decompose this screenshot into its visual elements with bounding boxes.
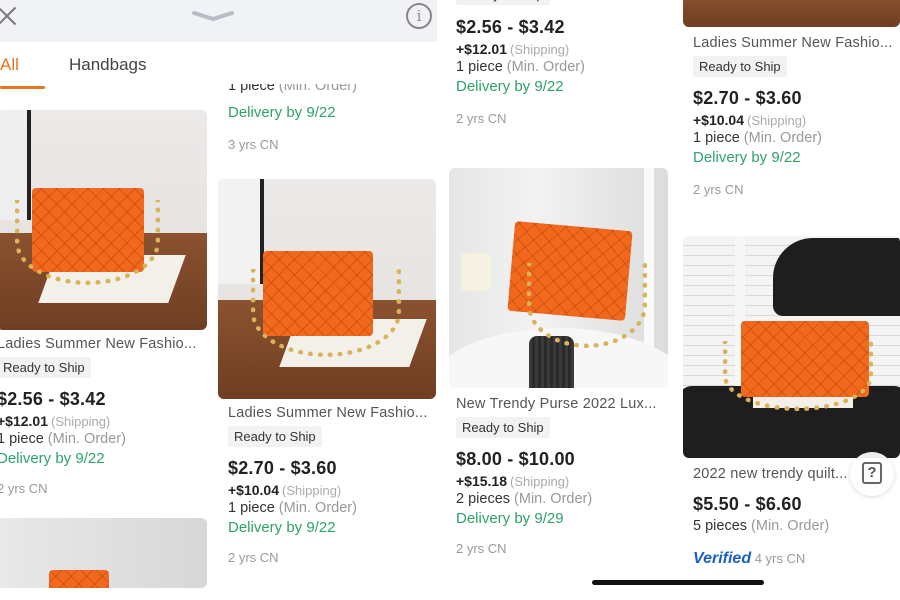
product-image[interactable] <box>0 110 207 330</box>
active-tab-indicator <box>0 86 45 89</box>
supplier-info: 2 yrs CN <box>456 541 507 556</box>
help-icon: ? <box>862 462 882 484</box>
ready-to-ship-badge: Ready to Ship <box>456 0 550 5</box>
product-image[interactable] <box>449 168 668 388</box>
chevron-down-icon[interactable] <box>192 10 234 22</box>
supplier-info: 2 yrs CN <box>693 182 744 197</box>
ready-to-ship-badge: Ready to Ship <box>456 417 550 438</box>
panel-divider <box>438 0 445 600</box>
sheet-header: i <box>0 0 437 42</box>
supplier-info: 2 yrs CN <box>456 111 507 126</box>
tab-all[interactable]: All <box>0 55 19 75</box>
min-order: 5 pieces (Min. Order) <box>693 518 830 534</box>
help-button[interactable]: ? <box>850 452 894 496</box>
price-range: $2.70 - $3.60 <box>693 88 802 108</box>
ready-to-ship-badge: Ready to Ship <box>693 56 787 77</box>
product-image[interactable] <box>218 179 436 399</box>
product-card[interactable]: Ladies Summer New Fashio... Ready to Shi… <box>0 110 207 588</box>
product-card-fragment[interactable]: Ladies Summer New Fashio... Ready to Shi… <box>683 0 900 197</box>
verified-badge: Verified <box>693 550 752 567</box>
min-order: 1 piece (Min. Order) <box>228 84 357 94</box>
product-image[interactable] <box>683 236 900 458</box>
shipping-cost: +$12.01 (Shipping) <box>456 41 570 57</box>
supplier-info: 3 yrs CN <box>228 137 279 152</box>
min-order: 1 piece (Min. Order) <box>456 59 585 75</box>
right-screen: Ready to Ship $2.56 - $3.42 +$12.01(Ship… <box>445 0 900 600</box>
delivery-date: Delivery by 9/22 <box>228 519 336 536</box>
min-order: 1 piece (Min. Order) <box>228 500 357 516</box>
shipping-cost: +$10.04 (Shipping) <box>228 482 342 498</box>
delivery-date: Delivery by 9/22 <box>693 149 801 166</box>
delivery-date: Delivery by 9/22 <box>228 104 336 121</box>
supplier-info: 2 yrs CN <box>228 550 279 565</box>
product-card-fragment[interactable]: Ready to Ship $2.56 - $3.42 +$12.01(Ship… <box>456 0 671 126</box>
supplier-info: Verified 4 yrs CN <box>693 550 806 567</box>
min-order: 1 piece (Min. Order) <box>693 130 822 146</box>
product-image[interactable] <box>0 518 207 588</box>
delivery-date: Delivery by 9/22 <box>456 78 564 95</box>
shipping-cost: +$12.01 (Shipping) <box>0 413 111 429</box>
shipping-cost: +$15.18 (Shipping) <box>456 473 570 489</box>
close-icon[interactable] <box>0 4 20 30</box>
price-range: $5.50 - $6.60 <box>693 494 802 514</box>
product-card[interactable]: New Trendy Purse 2022 Lux... Ready to Sh… <box>449 168 668 556</box>
product-title[interactable]: New Trendy Purse 2022 Lux... <box>449 396 668 412</box>
delivery-date: Delivery by 9/29 <box>456 510 564 527</box>
ready-to-ship-badge: Ready to Ship <box>228 426 322 447</box>
price-range: $8.00 - $10.00 <box>456 449 575 469</box>
left-screen: i All Handbags 1 piece (Min. Order) Deli… <box>0 0 438 600</box>
price-range: $2.70 - $3.60 <box>228 458 337 478</box>
product-image[interactable] <box>683 0 900 27</box>
product-title[interactable]: 2022 new trendy quilt... <box>683 466 853 482</box>
ready-to-ship-badge: Ready to Ship <box>0 357 91 378</box>
tab-handbags[interactable]: Handbags <box>69 55 147 75</box>
product-card[interactable]: 2022 new trendy quilt... $5.50 - $6.60 5… <box>683 236 900 568</box>
min-order: 2 pieces (Min. Order) <box>456 491 593 507</box>
supplier-info: 2 yrs CN <box>0 481 48 496</box>
price-range: $2.56 - $3.42 <box>0 389 106 409</box>
info-icon[interactable]: i <box>406 3 432 29</box>
shipping-cost: +$10.04 (Shipping) <box>693 112 807 128</box>
product-title[interactable]: Ladies Summer New Fashio... <box>218 405 436 421</box>
product-title[interactable]: Ladies Summer New Fashio... <box>0 336 207 352</box>
product-card-fragment[interactable]: 1 piece (Min. Order) Delivery by 9/22 3 … <box>228 84 438 152</box>
price-range: $2.56 - $3.42 <box>456 17 565 37</box>
product-card[interactable]: Ladies Summer New Fashio... Ready to Shi… <box>218 179 436 565</box>
min-order: 1 piece (Min. Order) <box>0 431 126 447</box>
delivery-date: Delivery by 9/22 <box>0 450 105 467</box>
home-indicator[interactable] <box>592 580 764 585</box>
product-title[interactable]: Ladies Summer New Fashio... <box>683 35 900 51</box>
